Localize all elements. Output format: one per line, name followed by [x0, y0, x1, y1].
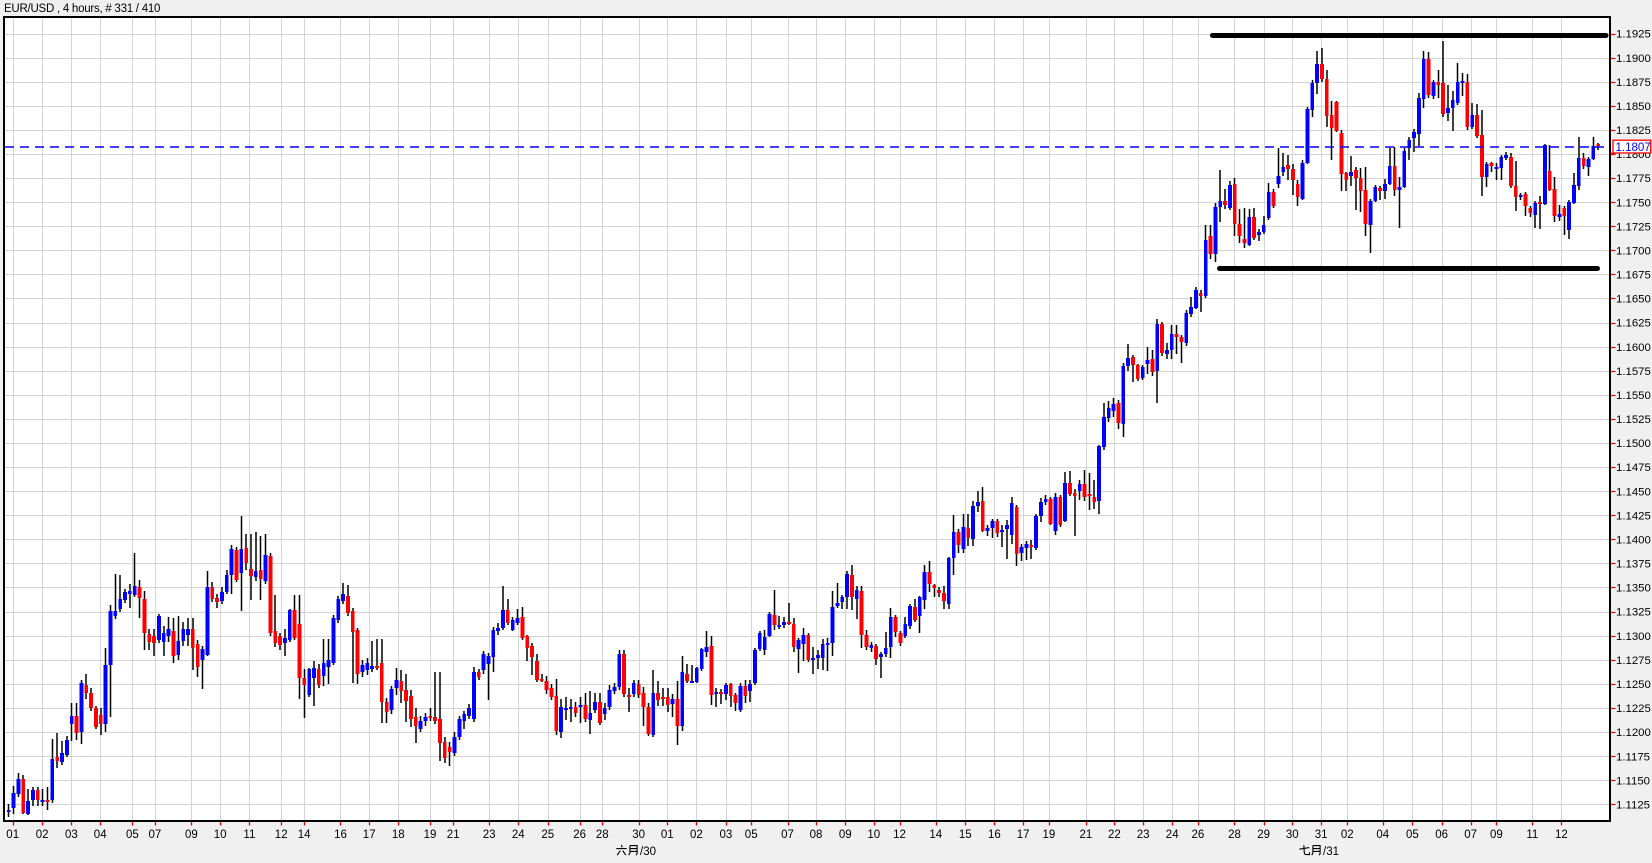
svg-text:26: 26 [573, 829, 586, 841]
svg-text:09: 09 [185, 829, 198, 841]
svg-text:29: 29 [1257, 829, 1270, 841]
svg-text:16: 16 [988, 829, 1001, 841]
svg-text:12: 12 [893, 829, 906, 841]
svg-text:17: 17 [1017, 829, 1030, 841]
svg-text:05: 05 [1406, 829, 1419, 841]
svg-text:15: 15 [959, 829, 972, 841]
svg-text:14: 14 [929, 829, 942, 841]
svg-text:1.1850: 1.1850 [1616, 101, 1651, 113]
svg-text:1.1550: 1.1550 [1616, 390, 1651, 402]
svg-text:1.1175: 1.1175 [1616, 751, 1650, 763]
svg-text:23: 23 [1137, 829, 1150, 841]
svg-text:21: 21 [1080, 829, 1093, 841]
svg-text:28: 28 [1228, 829, 1241, 841]
svg-text:1.1275: 1.1275 [1616, 655, 1651, 667]
svg-text:1.1575: 1.1575 [1616, 366, 1651, 378]
svg-text:02: 02 [36, 829, 49, 841]
svg-text:19: 19 [1043, 829, 1056, 841]
svg-text:1.1725: 1.1725 [1616, 221, 1651, 233]
svg-text:09: 09 [1490, 829, 1503, 841]
svg-text:1.1525: 1.1525 [1616, 414, 1651, 426]
svg-text:25: 25 [541, 829, 554, 841]
svg-text:1.1807: 1.1807 [1616, 142, 1651, 154]
svg-text:14: 14 [298, 829, 311, 841]
svg-text:1.1600: 1.1600 [1616, 342, 1651, 354]
svg-text:07: 07 [781, 829, 794, 841]
svg-text:1.1700: 1.1700 [1616, 246, 1651, 258]
svg-text:17: 17 [363, 829, 376, 841]
svg-text:1.1500: 1.1500 [1616, 438, 1651, 450]
svg-text:1.1250: 1.1250 [1616, 679, 1651, 691]
svg-text:22: 22 [1108, 829, 1121, 841]
svg-text:19: 19 [424, 829, 437, 841]
svg-text:10: 10 [867, 829, 880, 841]
svg-text:1.1450: 1.1450 [1616, 486, 1651, 498]
svg-text:12: 12 [1555, 829, 1568, 841]
svg-text:06: 06 [1435, 829, 1448, 841]
svg-text:11: 11 [243, 829, 255, 841]
svg-text:05: 05 [745, 829, 758, 841]
svg-text:1.1350: 1.1350 [1616, 583, 1651, 595]
svg-text:05: 05 [126, 829, 139, 841]
svg-text:01: 01 [661, 829, 674, 841]
svg-text:02: 02 [690, 829, 703, 841]
svg-text:04: 04 [1376, 829, 1389, 841]
svg-text:18: 18 [392, 829, 405, 841]
svg-text:EUR/USD , 4 hours, # 331 / 410: EUR/USD , 4 hours, # 331 / 410 [4, 3, 160, 15]
svg-text:1.1425: 1.1425 [1616, 510, 1651, 522]
svg-text:1.1150: 1.1150 [1616, 775, 1650, 787]
svg-text:/30: /30 [640, 846, 656, 858]
svg-text:04: 04 [94, 829, 107, 841]
svg-text:31: 31 [1315, 829, 1328, 841]
svg-text:24: 24 [1166, 829, 1179, 841]
svg-text:1.1650: 1.1650 [1616, 294, 1651, 306]
svg-text:1.1400: 1.1400 [1616, 535, 1651, 547]
svg-text:/31: /31 [1323, 846, 1339, 858]
svg-text:03: 03 [720, 829, 733, 841]
svg-text:1.1125: 1.1125 [1616, 799, 1650, 811]
svg-text:24: 24 [512, 829, 525, 841]
svg-text:28: 28 [596, 829, 609, 841]
svg-text:12: 12 [275, 829, 288, 841]
svg-text:30: 30 [1286, 829, 1299, 841]
svg-text:23: 23 [483, 829, 496, 841]
svg-text:01: 01 [6, 829, 19, 841]
svg-text:07: 07 [1464, 829, 1477, 841]
svg-text:21: 21 [447, 829, 460, 841]
svg-text:1.1475: 1.1475 [1616, 462, 1651, 474]
svg-text:1.1925: 1.1925 [1616, 29, 1651, 41]
svg-text:1.1200: 1.1200 [1616, 727, 1651, 739]
svg-text:1.1875: 1.1875 [1616, 77, 1651, 89]
svg-text:1.1675: 1.1675 [1616, 270, 1651, 282]
svg-text:02: 02 [1341, 829, 1354, 841]
svg-text:09: 09 [839, 829, 852, 841]
svg-text:03: 03 [65, 829, 78, 841]
svg-text:26: 26 [1192, 829, 1205, 841]
svg-text:1.1750: 1.1750 [1616, 197, 1651, 209]
svg-text:1.1300: 1.1300 [1616, 631, 1651, 643]
svg-text:1.1225: 1.1225 [1616, 703, 1651, 715]
svg-text:1.1900: 1.1900 [1616, 53, 1651, 65]
svg-text:30: 30 [632, 829, 645, 841]
svg-text:1.1775: 1.1775 [1616, 173, 1651, 185]
svg-text:11: 11 [1526, 829, 1538, 841]
svg-text:10: 10 [214, 829, 227, 841]
svg-text:1.1325: 1.1325 [1616, 607, 1651, 619]
svg-text:07: 07 [149, 829, 162, 841]
svg-text:08: 08 [810, 829, 823, 841]
svg-text:1.1825: 1.1825 [1616, 125, 1651, 137]
svg-text:1.1625: 1.1625 [1616, 318, 1651, 330]
svg-text:1.1375: 1.1375 [1616, 559, 1651, 571]
svg-text:16: 16 [334, 829, 347, 841]
